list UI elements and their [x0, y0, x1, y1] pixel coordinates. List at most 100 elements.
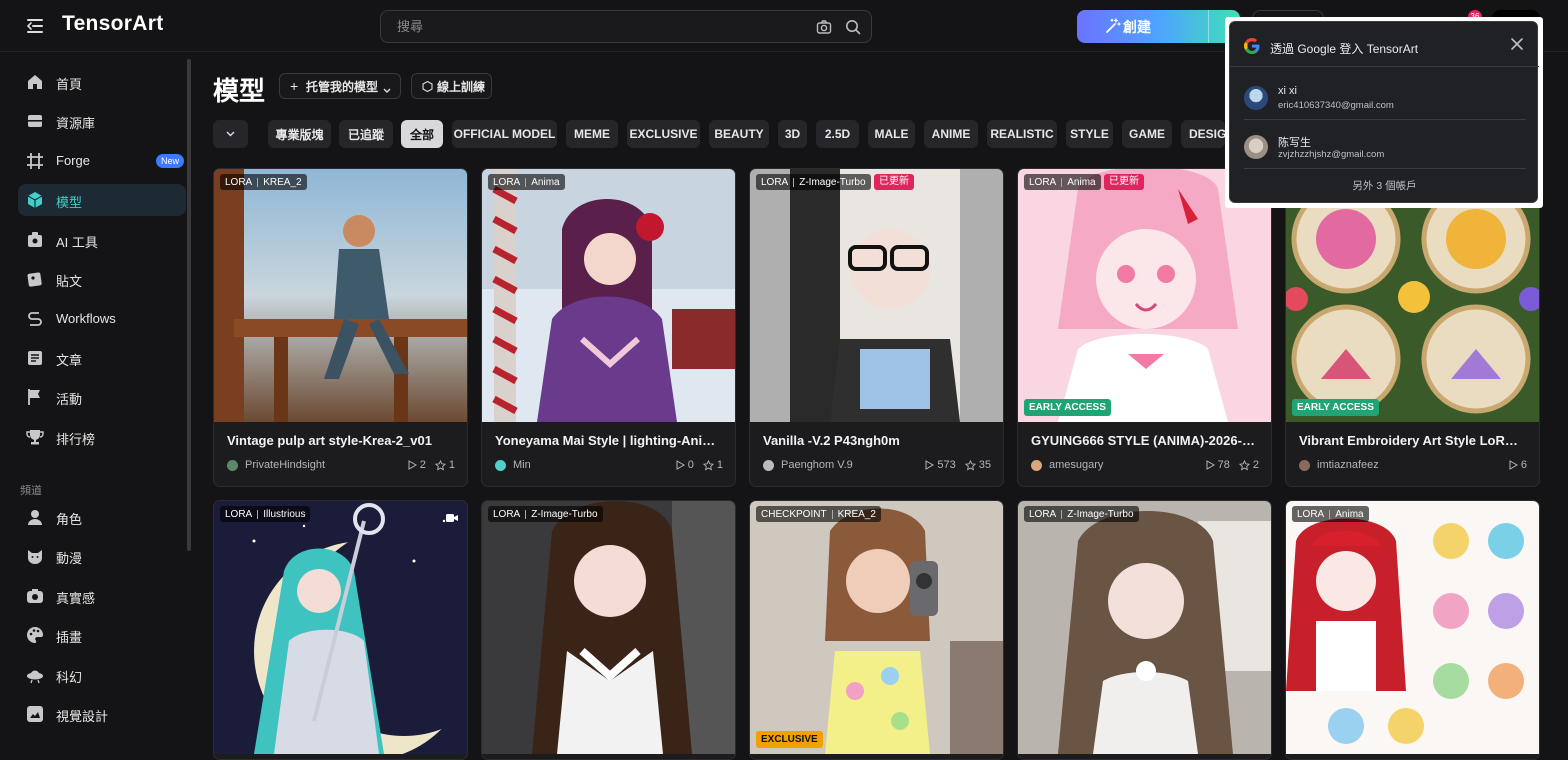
run-count: 573 [937, 459, 956, 471]
more-accounts-link[interactable]: 另外 3 個帳戶 [1230, 178, 1539, 193]
filter-chip-anime[interactable]: ANIME [924, 120, 978, 148]
model-card[interactable]: LORA Z-Image-Turbo [1017, 500, 1272, 760]
filter-chip-3d[interactable]: 3D [778, 120, 807, 148]
model-author[interactable]: amesugary [1031, 459, 1103, 471]
filter-chip-realistic[interactable]: REALISTIC [987, 120, 1057, 148]
star-icon [702, 459, 714, 471]
model-author[interactable]: Min [495, 459, 531, 471]
sidebar-item-forge[interactable]: Forge New [18, 145, 186, 177]
filter-collapse-button[interactable] [213, 120, 248, 148]
sidebar-item-library[interactable]: 資源庫 [18, 105, 186, 137]
channel-item-realistic[interactable]: 真實感 [18, 580, 186, 612]
filter-chip-all[interactable]: 全部 [401, 120, 443, 148]
app-logo[interactable]: TensorArt [62, 12, 164, 36]
sidebar-item-events[interactable]: 活動 [18, 381, 186, 413]
star-count: 1 [716, 459, 723, 471]
base-model: Anima [531, 176, 560, 188]
base-model: KREA_2 [837, 508, 876, 520]
camera-search-icon[interactable] [816, 19, 832, 35]
model-author[interactable]: imtiaznafeez [1299, 459, 1379, 471]
channel-item-scifi[interactable]: 科幻 [18, 659, 186, 691]
sidebar-item-label: 動漫 [56, 551, 83, 566]
filter-chip-male[interactable]: MALE [868, 120, 915, 148]
google-account-item[interactable]: 陈写生 zvjzhzzhjshz@gmail.com [1244, 122, 1526, 168]
sidebar-item-posts[interactable]: 貼文 [18, 263, 186, 295]
sidebar-item-workflows[interactable]: Workflows [18, 303, 186, 335]
filter-chip-2-5d[interactable]: 2.5D [816, 120, 859, 148]
online-training-button[interactable]: 線上訓練 [411, 73, 492, 99]
model-stats: 78 2 [1196, 459, 1259, 471]
sidebar-item-label: Workflows [56, 311, 116, 326]
model-card[interactable]: LORA Anima 已更新 EARLY ACCESS GYUING666 STY… [1017, 168, 1272, 487]
model-author[interactable]: Paenghom V.9 [763, 459, 853, 471]
model-type: LORA [1029, 176, 1057, 188]
google-signin-popup: 透過 Google 登入 TensorArt xi xi eric4106373… [1225, 17, 1543, 208]
model-card[interactable]: LORA KREA_2 Vintage pulp art style-Krea-2… [213, 168, 468, 487]
channel-item-visual-design[interactable]: 視覺設計 [18, 698, 186, 730]
sidebar-item-label: 真實感 [56, 591, 96, 606]
model-type: LORA [1029, 508, 1057, 520]
posts-icon [26, 270, 44, 288]
sidebar-item-articles[interactable]: 文章 [18, 342, 186, 374]
anime-cat-icon [26, 547, 44, 565]
sidebar-item-label: AI 工具 [56, 235, 98, 250]
sidebar-toggle-icon[interactable] [24, 15, 46, 37]
avatar [1299, 459, 1310, 471]
filter-chip-beauty[interactable]: BEAUTY [709, 120, 769, 148]
filter-chip-design[interactable]: DESIGN [1181, 120, 1225, 148]
model-card[interactable]: LORA Anima [1285, 500, 1540, 760]
model-card[interactable]: CHECKPOINT KREA_2 EXCLUSIVE [749, 500, 1004, 760]
channel-item-illustration[interactable]: 插畫 [18, 619, 186, 651]
model-card[interactable]: LORA Anima Yoneyama Mai Style | lighting-… [481, 168, 736, 487]
early-access-badge: EARLY ACCESS [1024, 399, 1111, 416]
channel-item-character[interactable]: 角色 [18, 501, 186, 533]
palette-icon [26, 626, 44, 644]
model-author[interactable]: PrivateHindsight [227, 459, 325, 471]
sidebar-item-home[interactable]: 首頁 [18, 66, 186, 98]
account-email: eric410637340@gmail.com [1278, 100, 1394, 111]
sidebar-item-ai-tools[interactable]: AI 工具 [18, 224, 186, 256]
search-input[interactable] [397, 11, 797, 42]
filter-chip-official-model[interactable]: OFFICIAL MODEL [452, 120, 557, 148]
filter-chip-pro[interactable]: 專業版塊 [268, 120, 331, 148]
channel-item-anime[interactable]: 動漫 [18, 540, 186, 572]
create-button[interactable]: 創建 [1077, 10, 1240, 43]
library-icon [26, 112, 44, 130]
sidebar-item-leaderboard[interactable]: 排行榜 [18, 421, 186, 453]
host-my-model-button[interactable]: + 托管我的模型 [279, 73, 401, 99]
model-card[interactable]: LORA Z-Image-Turbo [481, 500, 736, 760]
filter-chip-following[interactable]: 已追蹤 [339, 120, 393, 148]
filter-chip-game[interactable]: GAME [1122, 120, 1172, 148]
filter-chip-style[interactable]: STYLE [1066, 120, 1113, 148]
chevron-down-icon [383, 83, 391, 93]
star-count: 35 [978, 459, 991, 471]
create-label: 創建 [1123, 18, 1151, 35]
star-count: 2 [1252, 459, 1259, 471]
model-card[interactable]: LORA Illustrious [213, 500, 468, 760]
model-title[interactable]: Yoneyama Mai Style | lighting-Anim... [495, 433, 723, 448]
google-logo-icon [1244, 38, 1260, 54]
model-preview-image [750, 169, 1003, 422]
model-type: LORA [225, 508, 253, 520]
avatar [1031, 459, 1042, 471]
updated-badge: 已更新 [1104, 174, 1144, 190]
model-title[interactable]: Vanilla -V.2 P43ngh0m [763, 433, 991, 448]
model-title[interactable]: Vibrant Embroidery Art Style LoRA-... [1299, 433, 1527, 448]
model-title[interactable]: Vintage pulp art style-Krea-2_v01 [227, 433, 455, 448]
model-card[interactable]: LORA Z-Image-Turbo 已更新 Vanilla -V.2 P43ng… [749, 168, 1004, 487]
filter-chip-meme[interactable]: MEME [566, 120, 618, 148]
new-badge: New [156, 154, 185, 168]
sidebar-item-models[interactable]: 模型 [18, 184, 186, 216]
early-access-badge: EARLY ACCESS [1292, 399, 1379, 416]
model-card[interactable]: EARLY ACCESS Vibrant Embroidery Art Styl… [1285, 168, 1540, 487]
google-popup-title: 透過 Google 登入 TensorArt [1270, 42, 1419, 56]
close-icon[interactable] [1510, 37, 1524, 51]
sidebar-scrollbar[interactable] [187, 59, 191, 551]
filter-chip-exclusive[interactable]: EXCLUSIVE [627, 120, 700, 148]
run-count: 6 [1520, 459, 1527, 471]
video-icon [446, 510, 458, 522]
google-account-item[interactable]: xi xi eric410637340@gmail.com [1244, 73, 1526, 119]
sidebar-item-label: 排行榜 [56, 432, 96, 447]
search-icon[interactable] [845, 19, 861, 35]
model-title[interactable]: GYUING666 STYLE (ANIMA)-2026-0... [1031, 433, 1259, 448]
